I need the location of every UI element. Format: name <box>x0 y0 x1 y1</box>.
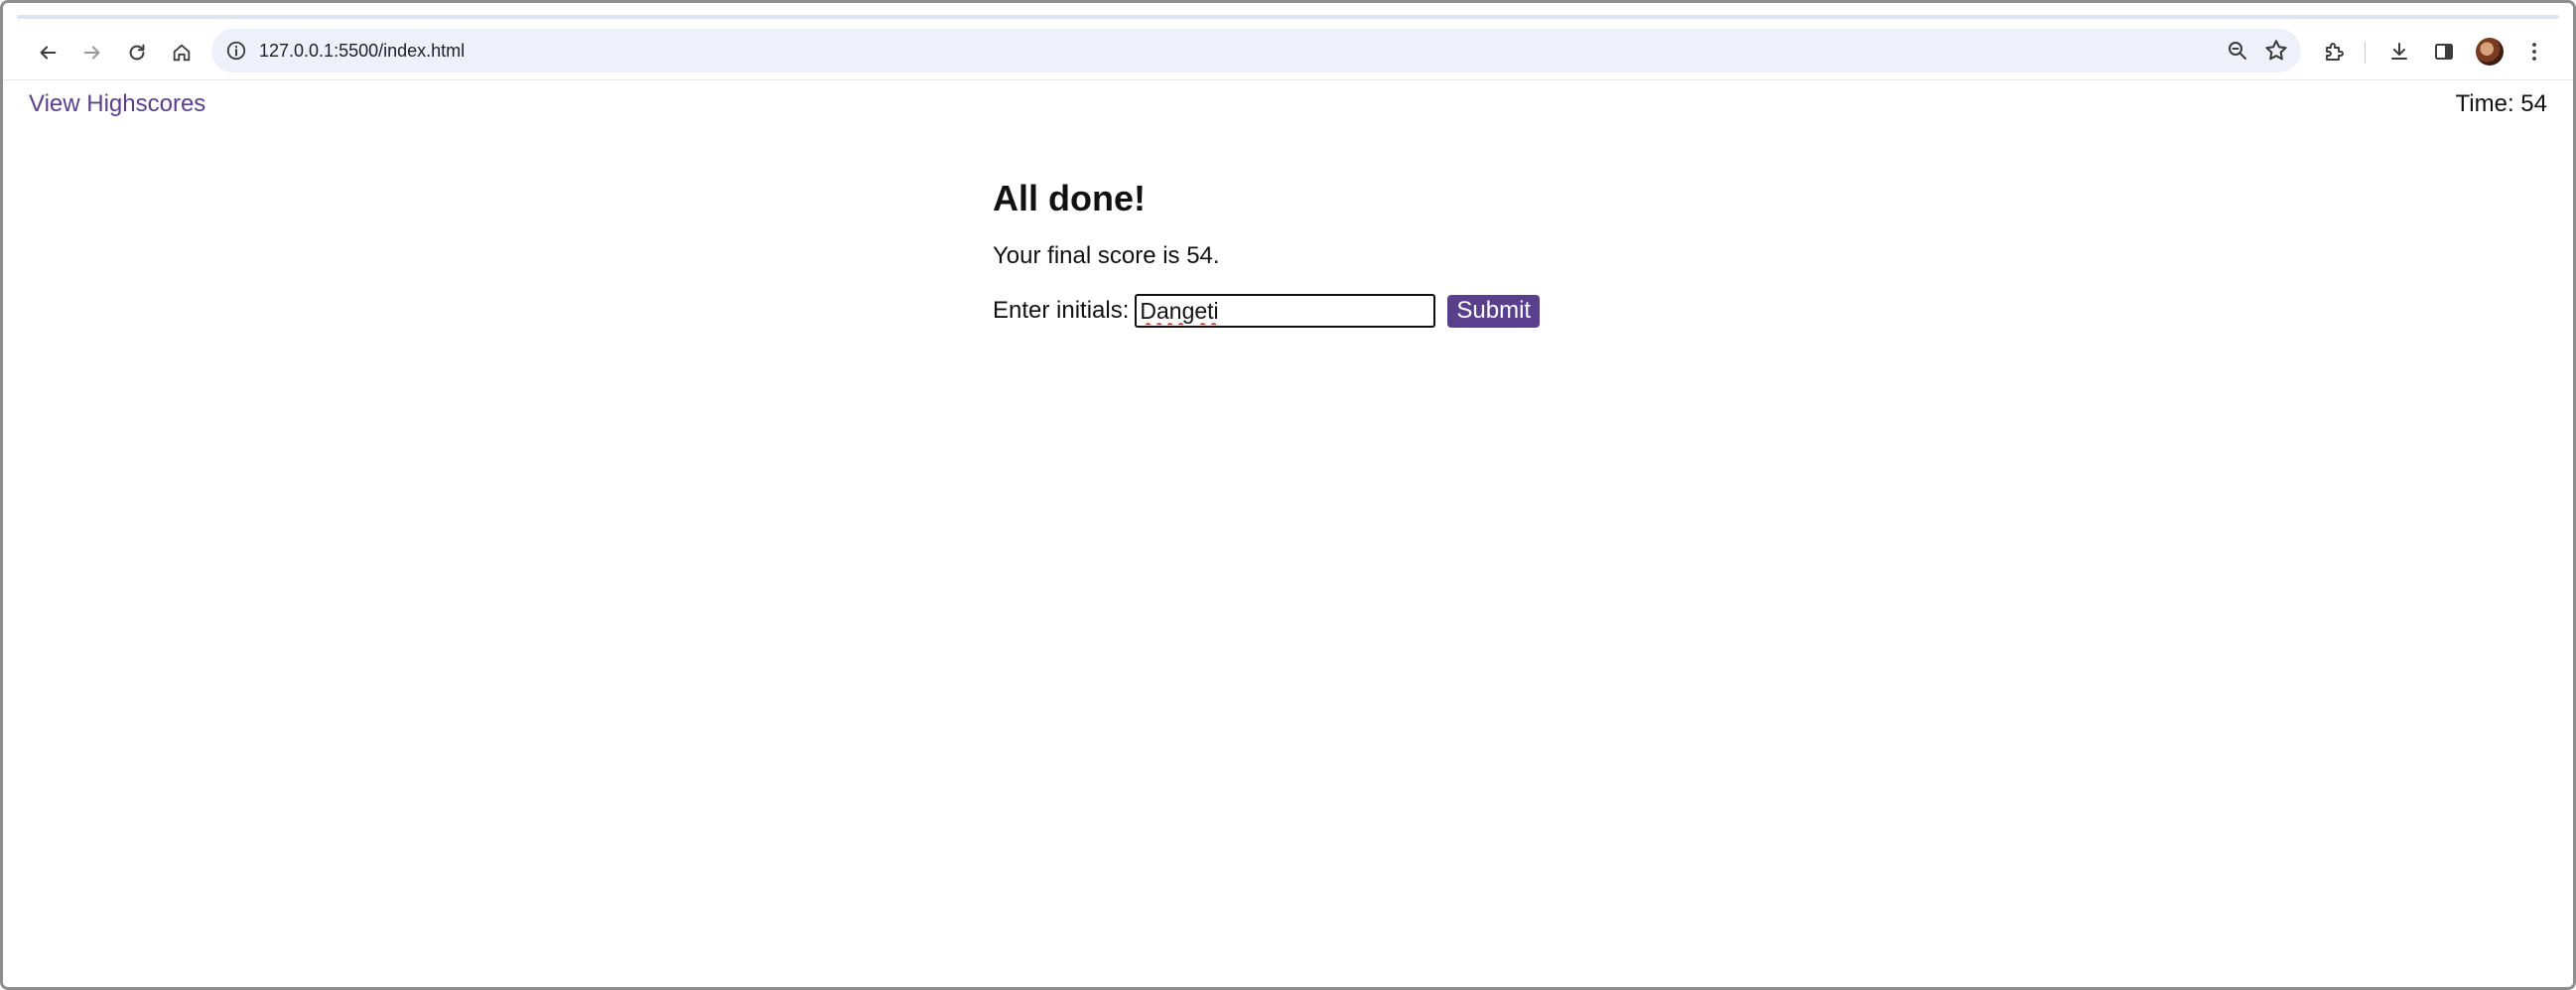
quiz-complete-section: All done! Your final score is 54. Enter … <box>993 177 1688 328</box>
home-icon <box>173 44 191 62</box>
url-text[interactable]: 127.0.0.1:5500/index.html <box>259 40 465 62</box>
reload-icon <box>129 44 145 61</box>
home-button[interactable] <box>164 35 200 71</box>
side-panel-icon <box>2435 44 2453 60</box>
initials-input[interactable] <box>1135 294 1436 328</box>
puzzle-icon <box>2326 43 2344 61</box>
arrow-left-icon <box>40 46 57 60</box>
timer-display: Time: 54 <box>2455 90 2547 117</box>
submit-button[interactable]: Submit <box>1447 294 1541 328</box>
back-button[interactable] <box>30 35 66 71</box>
arrow-right-icon <box>83 46 100 60</box>
browser-toolbar: 127.0.0.1:5500/index.html <box>3 23 2573 80</box>
tab-strip-bar <box>17 15 2559 19</box>
tab-strip <box>3 3 2573 23</box>
star-icon[interactable] <box>2263 38 2289 64</box>
zoom-icon[interactable] <box>2226 39 2249 63</box>
initials-label: Enter initials: <box>993 297 1130 324</box>
browser-window: 127.0.0.1:5500/index.html View Highscore… <box>0 0 2576 990</box>
side-panel-button[interactable] <box>2430 38 2458 66</box>
view-highscores-link[interactable]: View Highscores <box>29 90 205 118</box>
forward-button[interactable] <box>74 35 110 71</box>
kebab-menu-icon <box>2532 43 2536 61</box>
page-content: View Highscores Time: 54 All done! Your … <box>3 81 2573 987</box>
reload-button[interactable] <box>119 35 155 71</box>
initials-form: Enter initials: Submit <box>993 294 1688 328</box>
final-score-text: Your final score is 54. <box>993 242 1220 269</box>
info-icon[interactable] <box>225 40 247 62</box>
page-title: All done! <box>993 178 1146 218</box>
toolbar-divider <box>2365 42 2366 64</box>
browser-menu-button[interactable] <box>2520 38 2548 66</box>
downloads-button[interactable] <box>2385 38 2413 66</box>
address-bar[interactable]: 127.0.0.1:5500/index.html <box>211 29 2301 72</box>
download-icon <box>2391 43 2407 60</box>
avatar[interactable] <box>2476 38 2504 66</box>
extensions-button[interactable] <box>2320 38 2348 66</box>
